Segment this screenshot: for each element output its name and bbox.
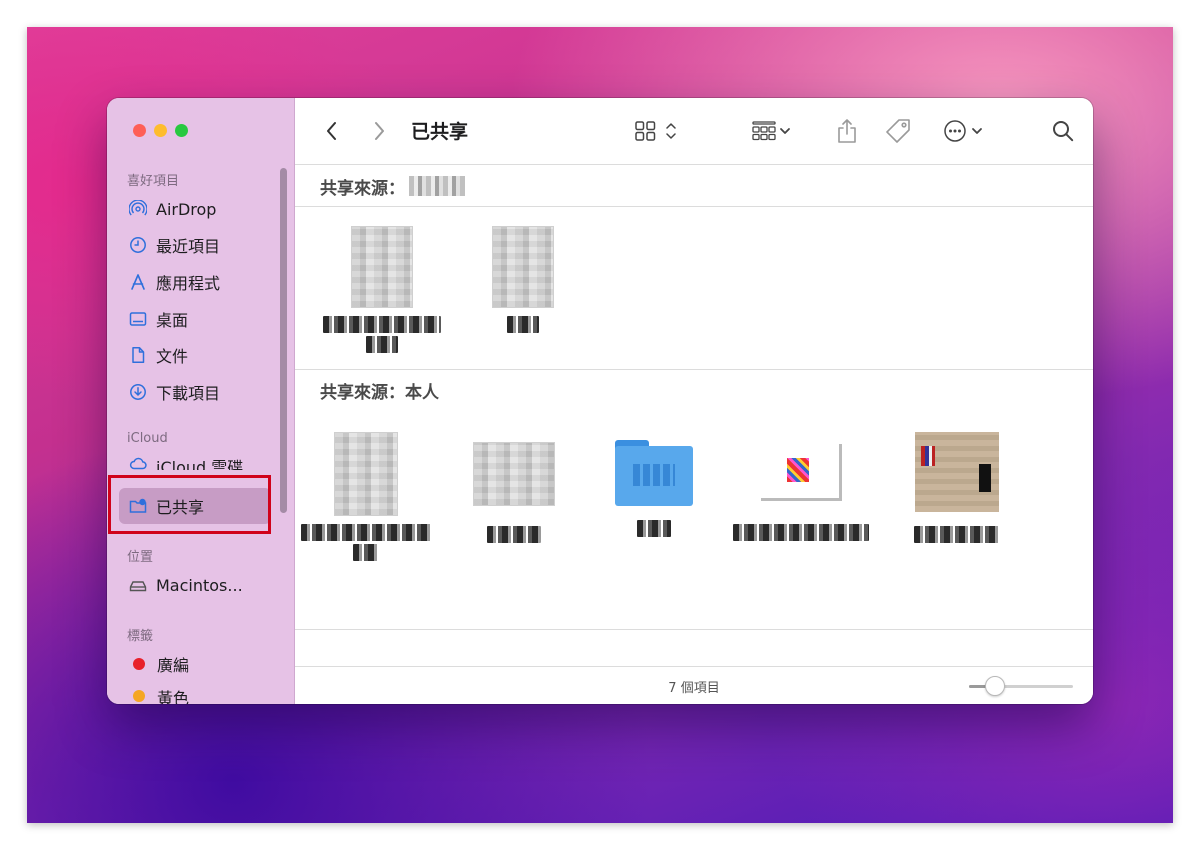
share-button[interactable]	[835, 118, 859, 144]
applications-icon	[131, 274, 145, 290]
tag-button[interactable]	[885, 118, 913, 144]
sidebar-item-label: Macintos...	[156, 575, 243, 595]
zoom-window-button[interactable]	[175, 124, 188, 137]
more-actions-button[interactable]	[943, 118, 987, 144]
sidebar-item-desktop[interactable]: 桌面	[129, 304, 188, 334]
file-item[interactable]: .	[882, 432, 1032, 543]
main-pane: 已共享 共享來源： 共享來源：本人 7 個項目	[295, 98, 1093, 704]
document-thumbnail	[473, 442, 555, 506]
redacted-owner-name	[409, 176, 465, 196]
redacted-file-name: .	[323, 316, 441, 333]
redacted-file-name: .	[637, 520, 671, 537]
sidebar-item-label: iCloud 雲碟	[156, 458, 244, 470]
folder-icon	[615, 440, 693, 506]
back-icon	[327, 122, 336, 140]
file-item[interactable]: .	[726, 444, 876, 541]
sidebar-item-macintosh-hd[interactable]: Macintos...	[129, 570, 243, 600]
file-item[interactable]: .	[448, 226, 598, 333]
group-header-label: 共享來源：	[320, 178, 405, 199]
search-icon	[1053, 121, 1074, 142]
redacted-file-name: .	[353, 544, 379, 561]
document-thumbnail	[351, 226, 413, 308]
sidebar-item-label: 桌面	[156, 311, 189, 330]
sidebar-section-locations: 位置	[127, 550, 154, 565]
sidebar-item-airdrop[interactable]: AirDrop	[129, 194, 216, 224]
folder-item[interactable]: .	[579, 440, 729, 537]
view-mode-button[interactable]	[635, 118, 683, 144]
image-thumbnail	[915, 432, 999, 512]
group-divider	[295, 206, 1093, 207]
sidebar-section-favorites: 喜好項目	[127, 174, 180, 189]
forward-button[interactable]	[372, 118, 386, 144]
close-window-button[interactable]	[133, 124, 146, 137]
sidebar-scrollbar[interactable]	[280, 168, 287, 513]
share-icon	[838, 119, 856, 143]
disk-icon	[129, 581, 147, 592]
forward-icon	[375, 122, 384, 140]
sidebar-section-tags: 標籤	[127, 629, 154, 644]
redacted-file-name: .	[487, 526, 541, 543]
sidebar-item-recents[interactable]: 最近項目	[129, 230, 220, 260]
grid-view-icon	[635, 121, 676, 141]
group-divider	[295, 629, 1093, 630]
tag-icon	[886, 119, 910, 143]
sidebar-item-label: 應用程式	[156, 274, 221, 293]
highlight-annotation	[108, 475, 271, 534]
file-item[interactable]: . .	[291, 432, 441, 561]
icon-size-slider-knob[interactable]	[985, 676, 1005, 696]
sidebar-item-downloads[interactable]: 下載項目	[129, 377, 220, 407]
sidebar-section-icloud: iCloud	[127, 431, 168, 446]
redacted-file-name: .	[733, 524, 869, 541]
redacted-file-name: .	[914, 526, 1000, 543]
airdrop-icon	[129, 200, 147, 216]
clock-icon	[130, 237, 146, 253]
sidebar-item-label: 文件	[156, 347, 189, 366]
finder-window: 喜好項目 AirDrop 最近項目 應用程式 桌面 文件 下載項目 iCloud	[107, 98, 1093, 704]
document-icon	[132, 347, 145, 363]
document-thumbnail	[492, 226, 554, 308]
sidebar-item-label: 黃色	[157, 689, 190, 704]
group-by-button[interactable]	[752, 118, 802, 144]
group-header-label: 共享來源：本人	[320, 382, 439, 403]
redacted-file-name: .	[301, 524, 431, 541]
image-thumbnail	[761, 444, 842, 501]
sidebar-item-documents[interactable]: 文件	[129, 340, 188, 370]
minimize-window-button[interactable]	[154, 124, 167, 137]
sidebar-item-label: 最近項目	[156, 237, 221, 256]
toolbar: 已共享	[295, 98, 1093, 165]
download-icon	[130, 384, 146, 400]
search-button[interactable]	[1051, 118, 1075, 144]
sidebar-item-label: 廣編	[157, 656, 190, 675]
back-button[interactable]	[325, 118, 339, 144]
tag-color-dot	[133, 690, 145, 702]
redacted-file-name: .	[507, 316, 539, 333]
sidebar-tag-yellow[interactable]: 黃色	[129, 685, 189, 704]
file-item[interactable]: . .	[307, 226, 457, 353]
sidebar-tag-red[interactable]: 廣編	[129, 649, 189, 679]
sidebar-item-label: AirDrop	[156, 199, 217, 219]
sidebar-item-icloud-drive[interactable]: iCloud 雲碟	[129, 454, 243, 470]
sidebar-item-label: 下載項目	[156, 384, 221, 403]
cloud-icon	[129, 457, 147, 470]
group-icon	[752, 121, 790, 141]
group-header-shared-from-me: 共享來源：本人	[295, 370, 1093, 410]
sidebar-item-applications[interactable]: 應用程式	[129, 267, 220, 297]
window-title: 已共享	[411, 121, 469, 143]
tag-color-dot	[133, 658, 145, 670]
file-item[interactable]: .	[439, 438, 589, 543]
desktop-icon	[129, 312, 147, 326]
sidebar: 喜好項目 AirDrop 最近項目 應用程式 桌面 文件 下載項目 iCloud	[107, 98, 295, 704]
document-thumbnail	[334, 432, 398, 516]
more-icon	[944, 120, 982, 142]
window-controls	[133, 124, 188, 137]
redacted-file-name: .	[366, 336, 398, 353]
group-header-shared-from-other: 共享來源：	[295, 166, 1093, 206]
